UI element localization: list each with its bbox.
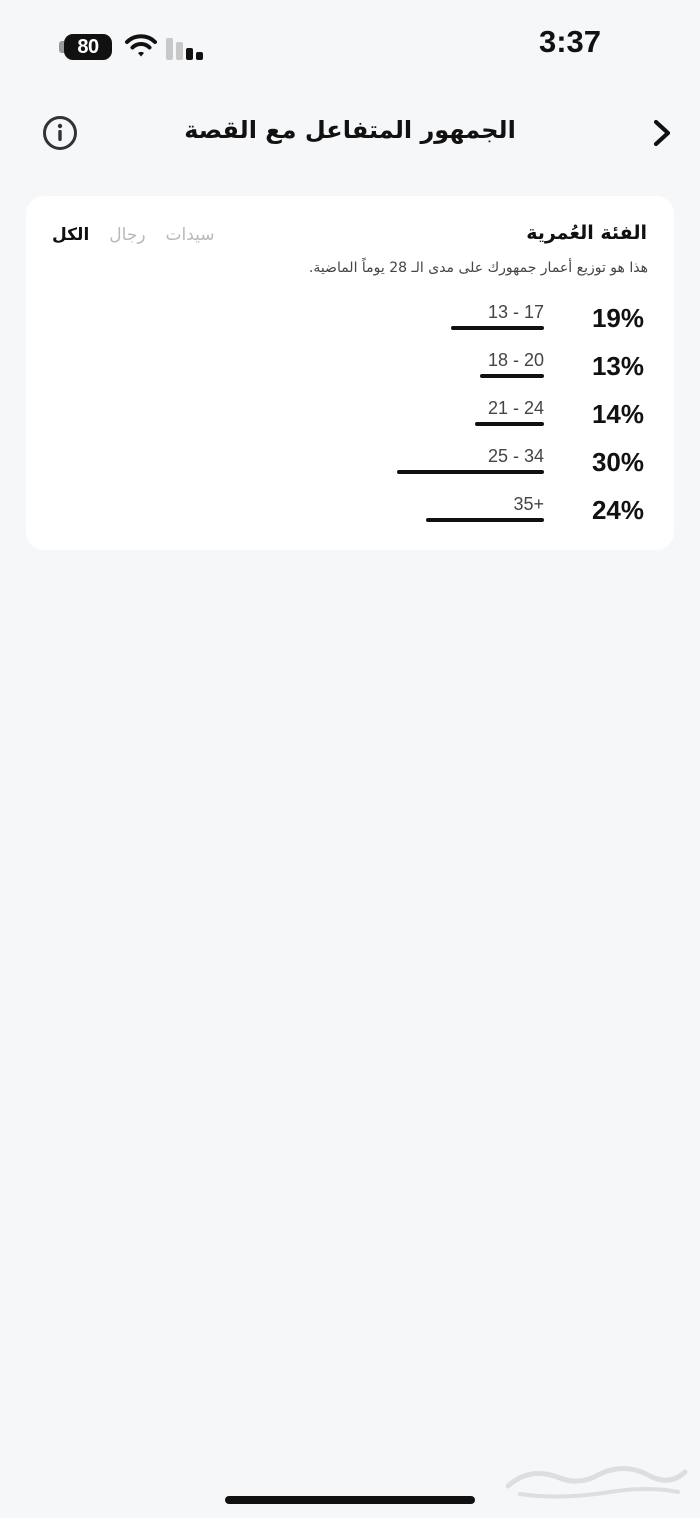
info-circle-icon [43, 116, 77, 150]
age-bar [450, 326, 544, 330]
age-percent: 14% [591, 399, 644, 429]
age-bar [475, 422, 544, 426]
age-row: 30% 25 - 34 [26, 442, 674, 484]
gender-filter-tabs: الكل رجال سيدات [52, 225, 215, 245]
navigation-bar: الجمهور المتفاعل مع القصة [0, 95, 700, 175]
age-range-label: 35+ [513, 494, 544, 514]
back-button[interactable] [644, 115, 680, 151]
info-button[interactable] [42, 115, 78, 151]
age-bar [397, 470, 544, 474]
battery-icon: 80 [59, 34, 112, 60]
battery-level: 80 [77, 35, 99, 58]
home-indicator[interactable] [225, 1496, 475, 1504]
age-bar [480, 374, 544, 378]
age-range-label: 13 - 17 [487, 302, 544, 322]
status-time: 3:37 [538, 24, 602, 59]
wifi-icon [125, 34, 157, 57]
signal-bar [196, 52, 203, 60]
tab-all[interactable]: الكل [52, 225, 89, 245]
tab-women[interactable]: سيدات [166, 225, 215, 245]
age-row: 24% 35+ [26, 490, 674, 532]
watermark-logo [505, 1466, 688, 1499]
age-percent: 13% [591, 351, 644, 381]
section-description: هذا هو توزيع أعمار جمهورك على مدى الـ 28… [308, 260, 648, 276]
age-percent: 24% [591, 495, 644, 525]
section-title: الفئة العُمرية [526, 222, 647, 244]
age-bar [426, 518, 544, 522]
age-row: 19% 13 - 17 [26, 298, 674, 340]
battery-cap [59, 41, 64, 53]
age-range-label: 25 - 34 [487, 446, 544, 466]
page-title: الجمهور المتفاعل مع القصة [184, 116, 516, 144]
status-bar: 80 3:37 [0, 0, 700, 95]
signal-bar [176, 42, 183, 60]
age-percent: 19% [591, 303, 644, 333]
age-range-label: 21 - 24 [487, 398, 544, 418]
chevron-right-icon [653, 119, 671, 147]
age-row: 13% 18 - 20 [26, 346, 674, 388]
age-row: 14% 21 - 24 [26, 394, 674, 436]
age-percent: 30% [591, 447, 644, 477]
signal-bar [166, 38, 173, 60]
age-distribution-card: الفئة العُمرية الكل رجال سيدات هذا هو تو… [26, 196, 674, 550]
signal-bar [186, 48, 193, 60]
signal-strength-icon [166, 34, 206, 60]
tab-men[interactable]: رجال [109, 225, 145, 245]
age-range-label: 18 - 20 [487, 350, 544, 370]
